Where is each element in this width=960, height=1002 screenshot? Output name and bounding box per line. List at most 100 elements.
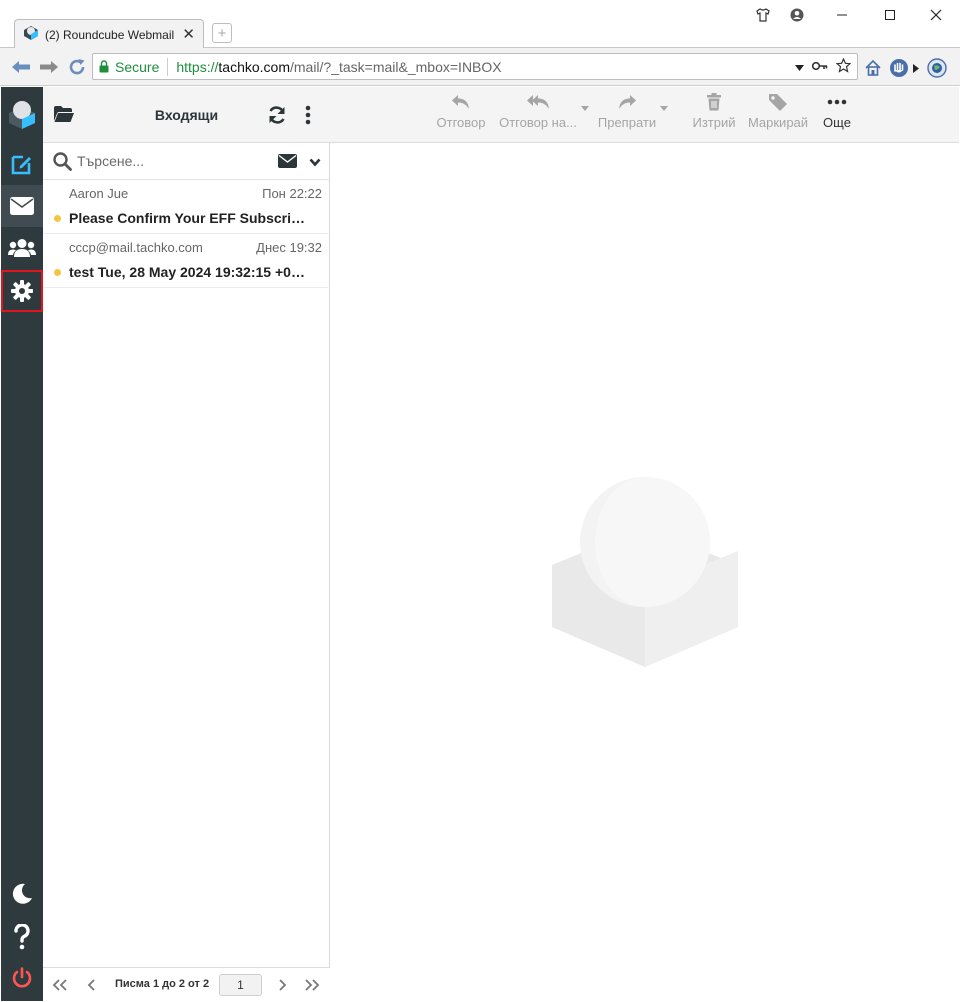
sidebar-item-mail[interactable] [1, 185, 43, 227]
reply-all-dropdown-arrow-icon[interactable] [581, 106, 589, 111]
address-separator [167, 57, 169, 76]
lock-icon [99, 60, 109, 73]
first-page-button[interactable] [51, 976, 69, 994]
browser-toolbar: Secure https://tachko.com/mail/?_task=ma… [0, 48, 960, 86]
search-input[interactable] [77, 151, 267, 171]
roundcube-watermark-logo [550, 477, 740, 670]
message-toolbar: Отговор Отговор на... Препрати Изтрий Ма… [330, 87, 959, 143]
help-icon [14, 924, 30, 950]
vertical-dots-icon [305, 105, 311, 125]
mark-button[interactable]: Маркирай [747, 93, 809, 137]
message-date: Пон 22:22 [262, 186, 322, 201]
browser-titlebar: (2) Roundcube Webmail :: Входящи ✕ + [0, 0, 960, 49]
key-icon[interactable] [811, 59, 828, 74]
search-icon[interactable] [53, 152, 72, 174]
roundcube-logo-icon [9, 101, 35, 129]
search-options-chevron-down-icon[interactable] [309, 155, 321, 170]
power-icon [12, 967, 32, 988]
gear-icon [11, 280, 33, 302]
minimize-button[interactable] [830, 4, 854, 26]
message-row[interactable]: cccp@mail.tachko.com Днес 19:32 test Tue… [43, 234, 330, 288]
sidebar-item-logout[interactable] [1, 957, 43, 999]
search-bar [43, 143, 330, 180]
chevron-left-icon [87, 979, 95, 991]
message-subject: test Tue, 28 May 2024 19:32:15 +0300 [69, 264, 305, 280]
close-window-button[interactable] [924, 4, 948, 26]
message-from: cccp@mail.tachko.com [69, 240, 203, 255]
delete-button[interactable]: Изтрий [691, 93, 737, 137]
secure-label: Secure [115, 58, 160, 75]
next-page-button[interactable] [273, 976, 291, 994]
sidebar-item-compose[interactable] [1, 143, 43, 185]
extensions-menu-arrow-icon[interactable] [911, 57, 921, 79]
reply-icon [452, 95, 469, 109]
message-from: Aaron Jue [69, 186, 129, 201]
forward-dropdown-arrow-icon[interactable] [660, 106, 668, 111]
message-subject: Please Confirm Your EFF Subscription [69, 210, 305, 226]
refresh-icon [269, 106, 285, 124]
search-envelope-icon[interactable] [278, 154, 297, 171]
url-path: /mail/?_task=mail&_mbox=INBOX [289, 58, 502, 75]
url-scheme: https:// [176, 58, 219, 75]
sidebar-item-contacts[interactable] [1, 227, 43, 269]
moon-icon [12, 883, 33, 904]
reply-all-icon [527, 95, 549, 109]
forward-button[interactable] [38, 57, 60, 77]
last-page-button[interactable] [303, 976, 321, 994]
sidebar-item-dark-mode[interactable] [1, 873, 43, 915]
dropdown-arrow-icon[interactable] [795, 59, 804, 74]
message-row[interactable]: Aaron Jue Пон 22:22 Please Confirm Your … [43, 180, 330, 234]
unread-indicator[interactable] [54, 215, 61, 222]
back-button[interactable] [10, 57, 32, 77]
trash-icon [707, 93, 721, 111]
envelope-icon [10, 197, 34, 215]
mark-label: Маркирай [747, 115, 809, 130]
bookmark-star-icon[interactable] [835, 57, 852, 76]
roundcube-watermark-icon [552, 477, 738, 667]
globe-extension-icon[interactable] [926, 57, 948, 79]
hand-extension-icon[interactable] [888, 57, 910, 79]
roundcube-favicon [23, 25, 39, 44]
refresh-button[interactable] [267, 105, 287, 125]
url-text[interactable]: https://tachko.com/mail/?_task=mail&_mbo… [176, 59, 795, 75]
forward-icon [619, 95, 636, 109]
maximize-button[interactable] [878, 4, 902, 26]
reply-all-button[interactable]: Отговор на... [498, 93, 578, 137]
page-number-input[interactable]: 1 [219, 974, 262, 996]
message-list-pane: Входящи Aaron Jue Пон 22:22 Ple [43, 87, 330, 1001]
unread-indicator[interactable] [54, 269, 61, 276]
more-actions-button[interactable]: Още [819, 93, 855, 137]
address-bar[interactable]: Secure https://tachko.com/mail/?_task=ma… [92, 53, 858, 80]
sidebar-item-settings[interactable] [1, 270, 43, 312]
double-chevron-right-icon [305, 979, 320, 991]
more-label: Още [823, 115, 851, 130]
browser-tab[interactable]: (2) Roundcube Webmail :: Входящи ✕ [14, 19, 204, 49]
forward-label: Препрати [597, 115, 657, 130]
message-content-pane: Отговор Отговор на... Препрати Изтрий Ма… [330, 87, 959, 1001]
sidebar-item-help[interactable] [1, 916, 43, 958]
roundcube-app: Входящи Aaron Jue Пон 22:22 Ple [1, 87, 959, 1001]
secure-indicator[interactable]: Secure [99, 59, 159, 75]
double-chevron-left-icon [52, 979, 67, 991]
account-icon[interactable] [786, 4, 808, 26]
list-pagination: Писма 1 до 2 от 2 1 [43, 967, 330, 1001]
sidebar [1, 87, 43, 1001]
tag-icon [769, 94, 787, 111]
previous-page-button[interactable] [83, 976, 101, 994]
forward-message-button[interactable]: Препрати [596, 93, 658, 137]
horizontal-dots-icon [827, 99, 847, 105]
home-icon[interactable] [862, 57, 884, 79]
message-date: Днес 19:32 [256, 240, 322, 255]
url-host: tachko.com [218, 58, 290, 75]
chevron-right-icon [279, 979, 287, 991]
profile-shirt-icon[interactable] [752, 4, 774, 26]
roundcube-logo[interactable] [1, 93, 43, 135]
reply-button[interactable]: Отговор [436, 93, 486, 137]
pagination-info: Писма 1 до 2 от 2 [115, 978, 210, 990]
list-header: Входящи [43, 87, 330, 143]
new-tab-button[interactable]: + [212, 23, 232, 43]
tab-title: (2) Roundcube Webmail :: Входящи [45, 27, 176, 42]
list-options-button[interactable] [305, 105, 311, 125]
tab-close-icon[interactable]: ✕ [182, 27, 195, 42]
reload-button[interactable] [66, 57, 88, 77]
